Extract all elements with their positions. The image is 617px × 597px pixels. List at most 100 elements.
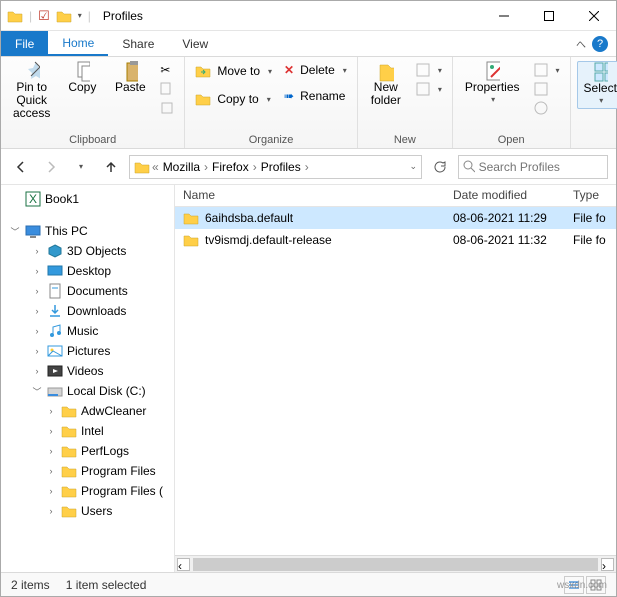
- scroll-left-button[interactable]: ‹: [177, 558, 190, 571]
- shell-icon: [47, 283, 63, 299]
- rename-button[interactable]: ➠Rename: [280, 87, 351, 105]
- scroll-thumb[interactable]: [193, 558, 598, 571]
- search-box[interactable]: [458, 155, 608, 179]
- nav-item[interactable]: ›Music: [1, 321, 174, 341]
- copy-button[interactable]: Copy: [60, 61, 104, 96]
- nav-item[interactable]: ›Program Files (: [1, 481, 174, 501]
- search-input[interactable]: [479, 160, 603, 174]
- tab-share[interactable]: Share: [108, 31, 168, 56]
- nav-item[interactable]: ›Downloads: [1, 301, 174, 321]
- new-folder-button[interactable]: New folder: [364, 61, 408, 109]
- qat-checkbox-icon[interactable]: ☑: [38, 8, 50, 24]
- nav-item[interactable]: ›Desktop: [1, 261, 174, 281]
- column-type[interactable]: Type: [565, 185, 616, 206]
- folder-icon: [61, 463, 77, 479]
- tab-file[interactable]: File: [1, 31, 48, 56]
- pin-quick-access-button[interactable]: Pin to Quick access: [7, 61, 56, 123]
- forward-button: [39, 155, 63, 179]
- nav-item[interactable]: ›3D Objects: [1, 241, 174, 261]
- up-button[interactable]: [99, 155, 123, 179]
- nav-item[interactable]: ›Users: [1, 501, 174, 521]
- navigation-pane[interactable]: XBook1 ﹀This PC ›3D Objects›Desktop›Docu…: [1, 185, 175, 572]
- nav-item[interactable]: ›Program Files: [1, 461, 174, 481]
- breadcrumb[interactable]: Firefox: [210, 160, 251, 174]
- paste-button[interactable]: Paste: [108, 61, 152, 96]
- address-bar[interactable]: « Mozilla › Firefox › Profiles › ⌄: [129, 155, 422, 179]
- properties-icon: [484, 63, 500, 79]
- open-button[interactable]: ▾: [530, 61, 564, 79]
- column-date[interactable]: Date modified: [445, 185, 565, 206]
- group-label-organize: Organize: [191, 132, 350, 146]
- select-icon: [592, 64, 608, 80]
- shell-icon: [47, 343, 63, 359]
- chevron-down-icon: ▾: [489, 96, 495, 105]
- back-button[interactable]: [9, 155, 33, 179]
- nav-item[interactable]: ›Videos: [1, 361, 174, 381]
- refresh-button[interactable]: [428, 155, 452, 179]
- chevron-down-icon: ▾: [265, 95, 271, 104]
- recent-locations-button[interactable]: ▾: [69, 155, 93, 179]
- scissors-icon: ✂: [160, 63, 170, 77]
- maximize-button[interactable]: [526, 1, 571, 30]
- nav-item-book1[interactable]: XBook1: [1, 189, 174, 209]
- folder-icon: [61, 423, 77, 439]
- select-button[interactable]: Select ▾: [577, 61, 617, 109]
- moveto-icon: [195, 63, 211, 79]
- close-button[interactable]: [571, 1, 616, 30]
- nav-item-this-pc[interactable]: ﹀This PC: [1, 221, 174, 241]
- chevron-right-icon[interactable]: ›: [204, 160, 208, 174]
- group-label-clipboard: Clipboard: [7, 132, 178, 146]
- nav-item[interactable]: ›Pictures: [1, 341, 174, 361]
- move-to-button[interactable]: Move to▾: [191, 61, 276, 81]
- nav-item[interactable]: ›PerfLogs: [1, 441, 174, 461]
- delete-button[interactable]: ✕Delete▾: [280, 61, 351, 79]
- tab-home[interactable]: Home: [48, 31, 108, 56]
- table-row[interactable]: 6aihdsba.default08-06-2021 11:29File fo: [175, 207, 616, 229]
- window-title: Profiles: [97, 9, 481, 23]
- watermark: wsxdn.com: [557, 580, 607, 591]
- tab-view[interactable]: View: [168, 31, 222, 56]
- rename-icon: ➠: [284, 89, 294, 103]
- chevron-right-icon[interactable]: ›: [305, 160, 309, 174]
- group-label-open: Open: [459, 132, 564, 146]
- breadcrumb[interactable]: Profiles: [259, 160, 303, 174]
- help-icon[interactable]: ?: [592, 36, 608, 52]
- search-icon: [463, 160, 475, 173]
- nav-item-local-disk[interactable]: ﹀Local Disk (C:): [1, 381, 174, 401]
- horizontal-scrollbar[interactable]: ‹ ›: [175, 555, 616, 572]
- folder-icon: [61, 403, 77, 419]
- ribbon-collapse-icon[interactable]: へ: [576, 36, 586, 51]
- scroll-right-button[interactable]: ›: [601, 558, 614, 571]
- breadcrumb[interactable]: Mozilla: [161, 160, 202, 174]
- addr-dropdown[interactable]: ⌄: [409, 161, 417, 172]
- properties-button[interactable]: Properties ▾: [459, 61, 526, 107]
- shell-icon: [47, 243, 63, 259]
- pc-icon: [25, 223, 41, 239]
- history-button[interactable]: [530, 99, 564, 117]
- copyto-icon: [195, 91, 211, 107]
- expand-icon[interactable]: ﹀: [31, 385, 43, 398]
- folder-icon: [134, 159, 150, 175]
- svg-text:X: X: [29, 192, 37, 206]
- minimize-button[interactable]: [481, 1, 526, 30]
- nav-item[interactable]: ›AdwCleaner: [1, 401, 174, 421]
- cut-button[interactable]: ✂: [156, 61, 178, 79]
- copy-to-button[interactable]: Copy to▾: [191, 89, 276, 109]
- status-selected: 1 item selected: [66, 578, 147, 592]
- chevron-right-icon[interactable]: ›: [253, 160, 257, 174]
- nav-item[interactable]: ›Intel: [1, 421, 174, 441]
- nav-item[interactable]: ›Documents: [1, 281, 174, 301]
- column-name[interactable]: Name: [175, 185, 445, 206]
- status-item-count: 2 items: [11, 578, 50, 592]
- easy-access-button[interactable]: ▾: [412, 80, 446, 98]
- edit-button[interactable]: [530, 80, 564, 98]
- table-row[interactable]: tv9ismdj.default-release08-06-2021 11:32…: [175, 229, 616, 251]
- new-item-button[interactable]: ▾: [412, 61, 446, 79]
- qat-dropdown[interactable]: ▾: [78, 11, 82, 20]
- column-headers[interactable]: Name Date modified Type: [175, 185, 616, 207]
- chevron-right-icon[interactable]: «: [152, 160, 159, 174]
- expand-icon[interactable]: ﹀: [9, 225, 21, 238]
- file-list[interactable]: 6aihdsba.default08-06-2021 11:29File fot…: [175, 207, 616, 555]
- delete-icon: ✕: [284, 63, 294, 77]
- folder-icon: [61, 443, 77, 459]
